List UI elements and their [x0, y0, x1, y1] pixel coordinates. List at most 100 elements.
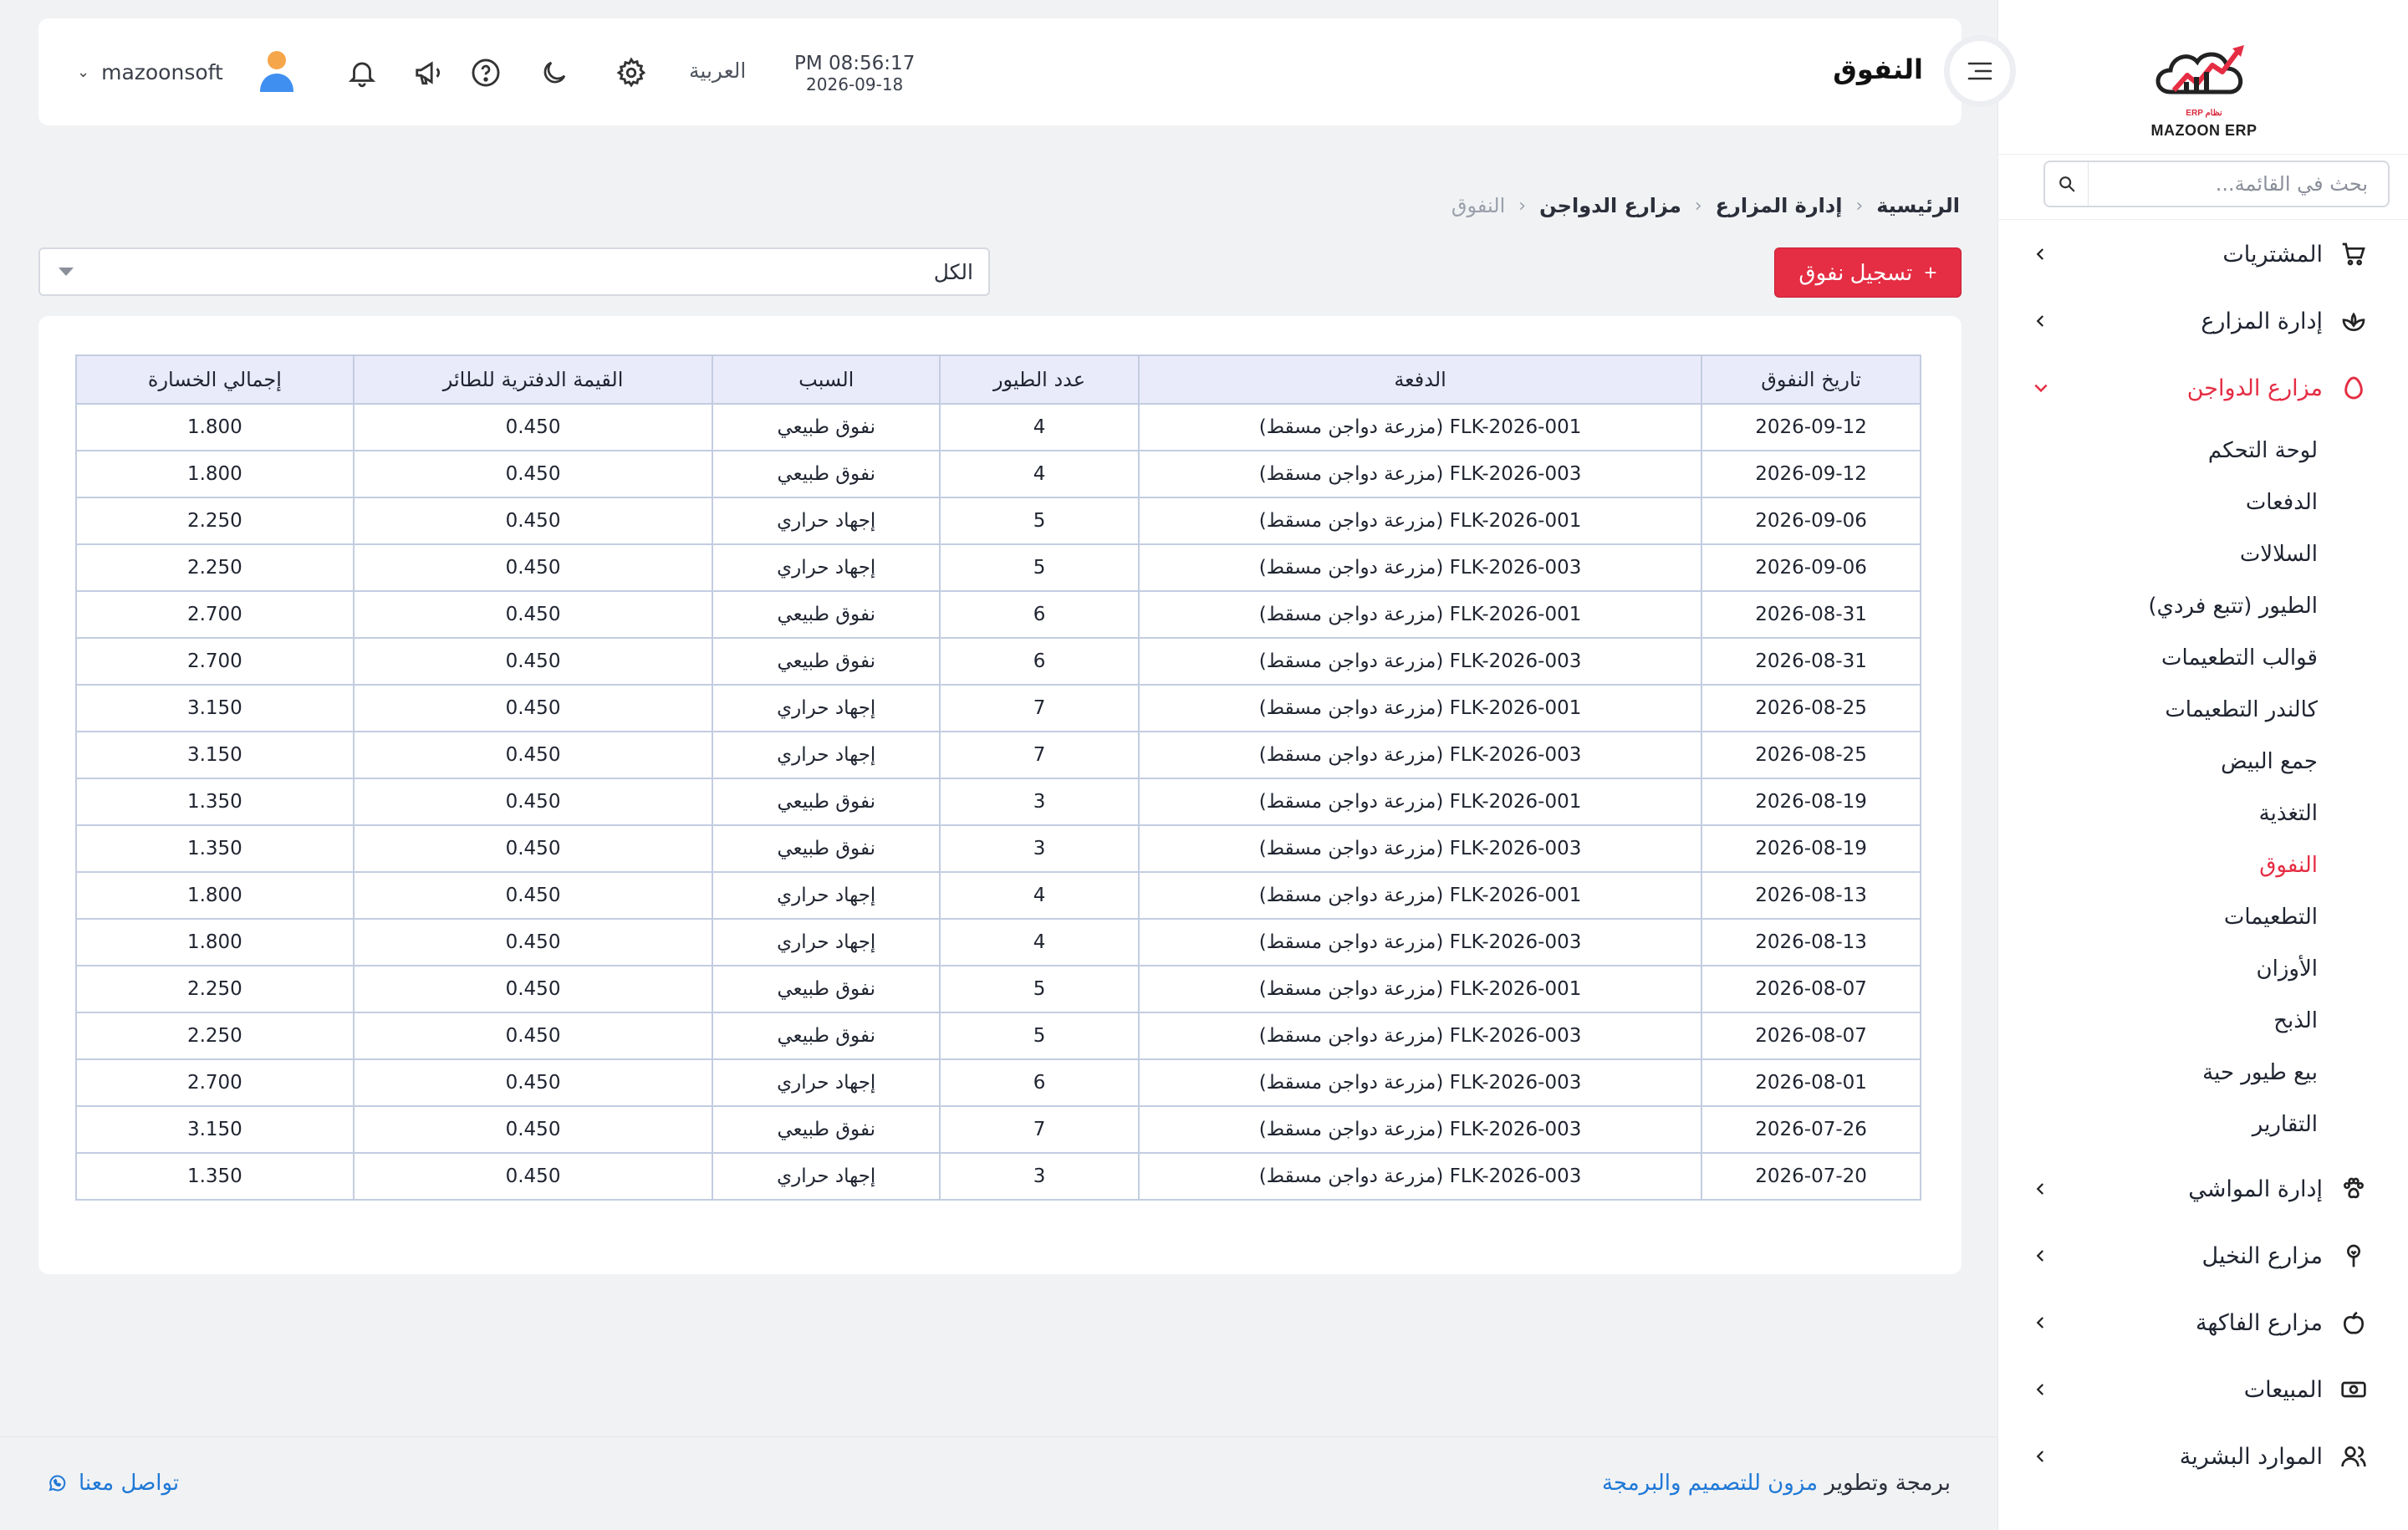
- sidebar-search[interactable]: بحث في القائمة...: [2043, 161, 2390, 207]
- username: mazoonsoft: [101, 59, 223, 84]
- submenu-live-sales[interactable]: بيع طيور حية: [1998, 1047, 2408, 1099]
- gear-icon[interactable]: [614, 55, 649, 90]
- contact-link[interactable]: تواصل معنا: [47, 1471, 179, 1496]
- submenu-reports[interactable]: التقارير: [1998, 1099, 2408, 1150]
- cell-batch: FLK-2026-003 (مزرعة دواجن مسقط): [1137, 1105, 1703, 1154]
- table-row[interactable]: 2026-09-06 FLK-2026-001 (مزرعة دواجن مسقط…: [75, 497, 1921, 545]
- table-row[interactable]: 2026-08-07 FLK-2026-003 (مزرعة دواجن مسقط…: [75, 1012, 1921, 1060]
- avatar[interactable]: [257, 48, 297, 95]
- table-row[interactable]: 2026-08-19 FLK-2026-001 (مزرعة دواجن مسقط…: [75, 778, 1921, 826]
- sidebar-item-fruit-farms[interactable]: مزارع الفاكهة: [1998, 1289, 2408, 1356]
- submenu-mortality[interactable]: النفوق: [1998, 839, 2408, 891]
- cell-reason: إجهاد حراري: [712, 543, 941, 592]
- cell-batch: FLK-2026-001 (مزرعة دواجن مسقط): [1137, 778, 1703, 826]
- add-mortality-label: تسجيل نفوق: [1798, 259, 1913, 285]
- cell-reason: نفوق طبيعي: [712, 1012, 941, 1060]
- submenu-weights[interactable]: الأوزان: [1998, 943, 2408, 995]
- col-reason[interactable]: السبب: [712, 354, 941, 405]
- clock-time: PM 08:56:17: [794, 53, 916, 74]
- cell-reason: إجهاد حراري: [712, 497, 941, 545]
- submenu-breeds[interactable]: السلالات: [1998, 528, 2408, 580]
- sidebar-item-poultry-farms[interactable]: مزارع الدواجن: [1998, 354, 2408, 421]
- submenu-vaccine-calendar[interactable]: كالندر التطعيمات: [1998, 684, 2408, 736]
- submenu-egg-collection[interactable]: جمع البيض: [1998, 736, 2408, 788]
- mortality-table-card: تاريخ النفوق الدفعة عدد الطيور السبب الق…: [38, 316, 1962, 1274]
- chevron-left-icon: [2031, 1246, 2051, 1266]
- table-row[interactable]: 2026-08-13 FLK-2026-001 (مزرعة دواجن مسقط…: [75, 871, 1921, 920]
- col-book-value[interactable]: القيمة الدفترية للطائر: [352, 354, 714, 405]
- breadcrumb-poultry-farms[interactable]: مزارع الدواجن: [1539, 194, 1681, 217]
- cell-total-loss: 2.250: [75, 1012, 355, 1060]
- chevron-left-icon: [2031, 1313, 2051, 1333]
- bell-icon[interactable]: [344, 55, 380, 90]
- moon-icon[interactable]: [537, 55, 572, 90]
- col-date[interactable]: تاريخ النفوق: [1701, 354, 1921, 405]
- col-count[interactable]: عدد الطيور: [939, 354, 1140, 405]
- table-row[interactable]: 2026-08-25 FLK-2026-003 (مزرعة دواجن مسقط…: [75, 731, 1921, 779]
- cell-total-loss: 2.250: [75, 543, 355, 592]
- table-row[interactable]: 2026-09-12 FLK-2026-001 (مزرعة دواجن مسقط…: [75, 403, 1921, 451]
- table-row[interactable]: 2026-08-13 FLK-2026-003 (مزرعة دواجن مسقط…: [75, 918, 1921, 966]
- table-row[interactable]: 2026-09-06 FLK-2026-003 (مزرعة دواجن مسقط…: [75, 543, 1921, 592]
- brand-logo[interactable]: ERP نظام MAZOON ERP: [2145, 33, 2263, 139]
- sidebar-item-palm-farms[interactable]: مزارع النخيل: [1998, 1222, 2408, 1289]
- paw-icon: [2339, 1175, 2368, 1203]
- breadcrumb-farm-management[interactable]: إدارة المزارع: [1716, 194, 1843, 217]
- credits-link[interactable]: مزون للتصميم والبرمجة: [1602, 1471, 1818, 1496]
- breadcrumb-current: النفوق: [1451, 194, 1506, 217]
- submenu-dashboard[interactable]: لوحة التحكم: [1998, 425, 2408, 477]
- table-row[interactable]: 2026-08-19 FLK-2026-003 (مزرعة دواجن مسقط…: [75, 824, 1921, 873]
- cell-total-loss: 2.250: [75, 497, 355, 545]
- table-row[interactable]: 2026-08-31 FLK-2026-001 (مزرعة دواجن مسقط…: [75, 590, 1921, 639]
- user-menu[interactable]: ⌄ mazoonsoft: [77, 48, 297, 95]
- cell-total-loss: 1.350: [75, 778, 355, 826]
- cell-batch: FLK-2026-003 (مزرعة دواجن مسقط): [1137, 824, 1703, 873]
- submenu-vaccine-templates[interactable]: قوالب التطعيمات: [1998, 632, 2408, 684]
- cell-date: 2026-09-06: [1701, 497, 1921, 545]
- cell-reason: نفوق طبيعي: [712, 637, 941, 686]
- submenu-batches[interactable]: الدفعات: [1998, 477, 2408, 528]
- table-row[interactable]: 2026-07-26 FLK-2026-003 (مزرعة دواجن مسقط…: [75, 1105, 1921, 1154]
- language-switch[interactable]: العربية: [689, 59, 746, 83]
- sidebar-item-hr[interactable]: الموارد البشرية: [1998, 1423, 2408, 1490]
- cell-book-value: 0.450: [352, 590, 714, 639]
- sidebar-item-livestock[interactable]: إدارة المواشي: [1998, 1155, 2408, 1222]
- cell-book-value: 0.450: [352, 497, 714, 545]
- batch-filter-select[interactable]: الكل: [38, 247, 990, 296]
- cell-total-loss: 2.700: [75, 1058, 355, 1107]
- col-batch[interactable]: الدفعة: [1137, 354, 1703, 405]
- table-row[interactable]: 2026-08-01 FLK-2026-003 (مزرعة دواجن مسقط…: [75, 1058, 1921, 1107]
- chevron-left-icon: [2031, 311, 2051, 331]
- breadcrumb: الرئيسية ‹ إدارة المزارع ‹ مزارع الدواجن…: [1451, 194, 1960, 217]
- breadcrumb-home[interactable]: الرئيسية: [1876, 194, 1960, 217]
- cell-date: 2026-08-01: [1701, 1058, 1921, 1107]
- logo-icon: [2155, 45, 2244, 94]
- search-icon[interactable]: [2045, 162, 2089, 206]
- table-row[interactable]: 2026-07-20 FLK-2026-003 (مزرعة دواجن مسقط…: [75, 1152, 1921, 1201]
- sidebar-item-purchases[interactable]: المشتريات: [1998, 221, 2408, 288]
- submenu-feeding[interactable]: التغذية: [1998, 788, 2408, 839]
- add-mortality-button[interactable]: + تسجيل نفوق: [1774, 247, 1962, 298]
- table-row[interactable]: 2026-08-25 FLK-2026-001 (مزرعة دواجن مسقط…: [75, 684, 1921, 732]
- cell-reason: إجهاد حراري: [712, 684, 941, 732]
- cell-book-value: 0.450: [352, 403, 714, 451]
- cell-date: 2026-07-26: [1701, 1105, 1921, 1154]
- submenu-slaughter[interactable]: الذبح: [1998, 995, 2408, 1047]
- megaphone-icon[interactable]: [411, 55, 446, 90]
- table-row[interactable]: 2026-08-31 FLK-2026-003 (مزرعة دواجن مسقط…: [75, 637, 1921, 686]
- sidebar-toggle-button[interactable]: [1944, 35, 2016, 107]
- submenu-birds-tracking[interactable]: الطيور (تتبع فردي): [1998, 580, 2408, 632]
- table-row[interactable]: 2026-08-07 FLK-2026-001 (مزرعة دواجن مسقط…: [75, 965, 1921, 1013]
- cart-icon: [2339, 240, 2368, 268]
- sidebar-search-input[interactable]: بحث في القائمة...: [2089, 172, 2388, 196]
- clock-date: 2026-09-18: [806, 74, 904, 94]
- sidebar-item-farm-management[interactable]: إدارة المزارع: [1998, 288, 2408, 354]
- cell-date: 2026-08-25: [1701, 684, 1921, 732]
- col-total-loss[interactable]: إجمالي الخسارة: [75, 354, 355, 405]
- cell-total-loss: 2.250: [75, 965, 355, 1013]
- users-icon: [2339, 1442, 2368, 1471]
- help-icon[interactable]: [468, 55, 503, 90]
- table-row[interactable]: 2026-09-12 FLK-2026-003 (مزرعة دواجن مسقط…: [75, 450, 1921, 498]
- submenu-vaccinations[interactable]: التطعيمات: [1998, 891, 2408, 943]
- sidebar-item-sales[interactable]: المبيعات: [1998, 1356, 2408, 1423]
